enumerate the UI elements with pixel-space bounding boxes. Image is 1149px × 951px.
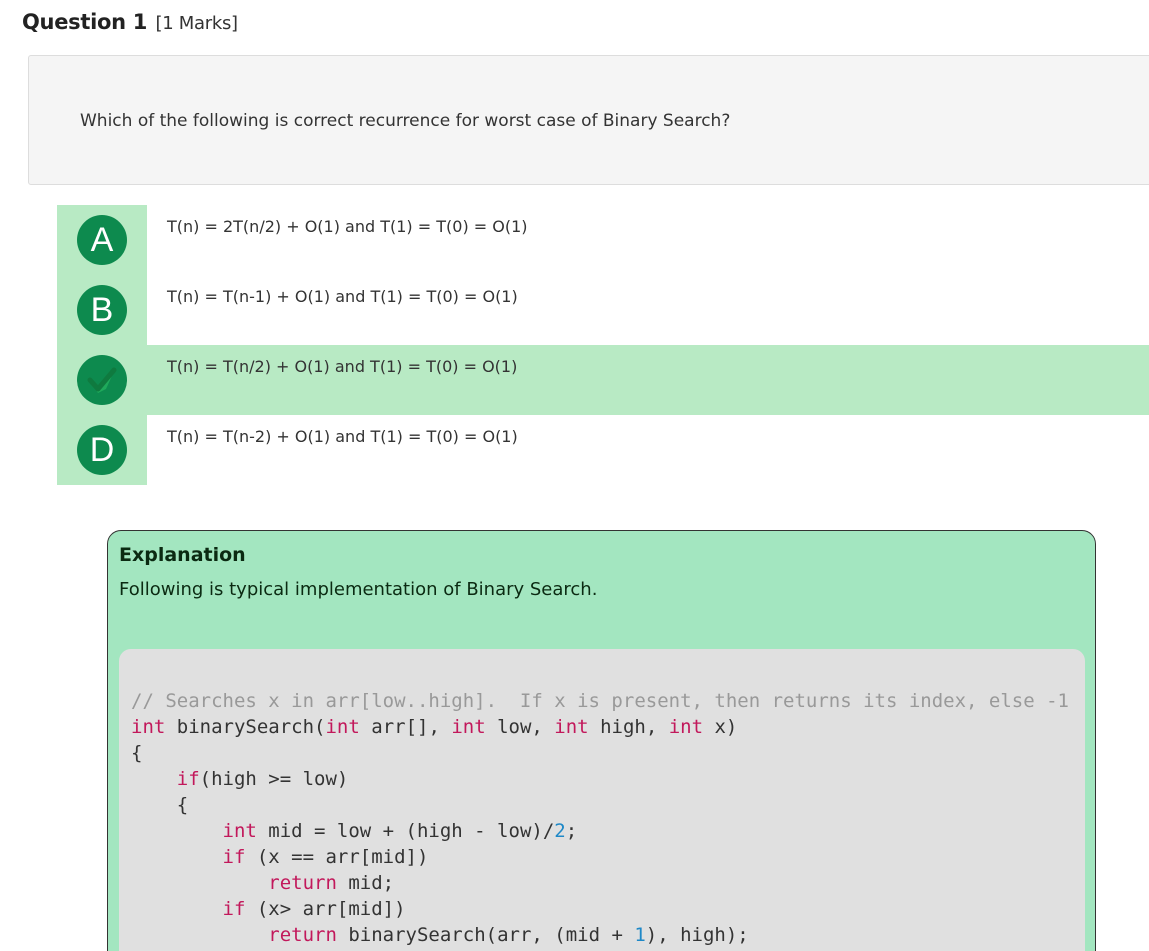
code-line: if(high >= low) xyxy=(131,766,1069,792)
code-line: // Searches x in arr[low..high]. If x is… xyxy=(131,688,1069,714)
code-token: arr[], xyxy=(359,716,452,738)
code-token: int xyxy=(222,820,257,842)
option-b-body[interactable]: T(n) = T(n-1) + O(1) and T(1) = T(0) = O… xyxy=(147,275,1149,345)
explanation-title: Explanation xyxy=(119,544,246,566)
code-token: high, xyxy=(588,716,669,738)
code-line: if (x == arr[mid]) xyxy=(131,844,1069,870)
code-token: mid; xyxy=(336,872,395,894)
checkmark-icon xyxy=(87,367,117,393)
code-token: (x == arr[mid]) xyxy=(245,846,429,868)
code-token: x) xyxy=(703,716,738,738)
code-listing: // Searches x in arr[low..high]. If x is… xyxy=(131,688,1069,948)
code-token: // Searches x in arr[low..high]. If x is… xyxy=(131,690,1069,712)
quiz-page: Question 1 [1 Marks] Which of the follow… xyxy=(0,0,1149,951)
option-a[interactable]: A T(n) = 2T(n/2) + O(1) and T(1) = T(0) … xyxy=(57,205,1149,275)
question-marks: [1 Marks] xyxy=(155,13,238,34)
option-b-text: T(n) = T(n-1) + O(1) and T(1) = T(0) = O… xyxy=(167,287,518,306)
option-d-body[interactable]: T(n) = T(n-2) + O(1) and T(1) = T(0) = O… xyxy=(147,415,1149,485)
option-d[interactable]: D T(n) = T(n-2) + O(1) and T(1) = T(0) =… xyxy=(57,415,1149,485)
option-c-text: T(n) = T(n/2) + O(1) and T(1) = T(0) = O… xyxy=(167,357,518,376)
code-line: return binarySearch(arr, (mid + 1), high… xyxy=(131,922,1069,948)
code-token: return xyxy=(268,924,337,946)
code-token: 1 xyxy=(634,924,646,946)
code-token: ), high); xyxy=(645,924,749,946)
code-token: if xyxy=(176,768,200,790)
option-c[interactable]: T(n) = T(n/2) + O(1) and T(1) = T(0) = O… xyxy=(57,345,1149,415)
code-token: (high >= low) xyxy=(199,768,349,790)
code-line: if (x> arr[mid]) xyxy=(131,896,1069,922)
option-b-badge[interactable]: B xyxy=(77,285,127,335)
question-text: Which of the following is correct recurr… xyxy=(80,111,731,131)
option-b[interactable]: B T(n) = T(n-1) + O(1) and T(1) = T(0) =… xyxy=(57,275,1149,345)
code-block: // Searches x in arr[low..high]. If x is… xyxy=(119,649,1085,951)
option-d-text: T(n) = T(n-2) + O(1) and T(1) = T(0) = O… xyxy=(167,427,518,446)
option-a-body[interactable]: T(n) = 2T(n/2) + O(1) and T(1) = T(0) = … xyxy=(147,205,1149,275)
code-token: binarySearch( xyxy=(165,716,326,738)
code-line: return mid; xyxy=(131,870,1069,896)
code-line: int mid = low + (high - low)/2; xyxy=(131,818,1069,844)
code-token: { xyxy=(131,742,143,764)
code-token: int xyxy=(325,716,360,738)
question-title: Question 1 xyxy=(22,10,148,34)
code-line: { xyxy=(131,792,1069,818)
explanation-text: Following is typical implementation of B… xyxy=(119,579,598,600)
code-token: mid = low + (high - low)/ xyxy=(256,820,555,842)
code-line: int binarySearch(int arr[], int low, int… xyxy=(131,714,1069,740)
code-token: int xyxy=(451,716,486,738)
question-box: Which of the following is correct recurr… xyxy=(28,55,1149,185)
option-d-badge[interactable]: D xyxy=(77,425,127,475)
code-token: (x> arr[mid]) xyxy=(245,898,406,920)
code-token: int xyxy=(131,716,166,738)
option-c-body[interactable]: T(n) = T(n/2) + O(1) and T(1) = T(0) = O… xyxy=(147,345,1149,415)
options-list: A T(n) = 2T(n/2) + O(1) and T(1) = T(0) … xyxy=(57,205,1149,485)
option-c-badge[interactable] xyxy=(77,355,127,405)
code-line: { xyxy=(131,740,1069,766)
code-token: if xyxy=(222,898,246,920)
code-token: ; xyxy=(565,820,578,842)
option-a-badge[interactable]: A xyxy=(77,215,127,265)
explanation-panel: Explanation Following is typical impleme… xyxy=(107,530,1096,951)
code-token: int xyxy=(668,716,704,738)
option-a-text: T(n) = 2T(n/2) + O(1) and T(1) = T(0) = … xyxy=(167,217,528,236)
code-token: binarySearch(arr, (mid + xyxy=(336,924,635,946)
code-token: if xyxy=(222,846,246,868)
code-token: return xyxy=(268,872,337,894)
question-header: Question 1 [1 Marks] xyxy=(22,10,238,34)
code-token: low, xyxy=(485,716,555,738)
code-token: 2 xyxy=(554,820,566,842)
code-token: int xyxy=(554,716,589,738)
code-token: { xyxy=(131,794,189,816)
